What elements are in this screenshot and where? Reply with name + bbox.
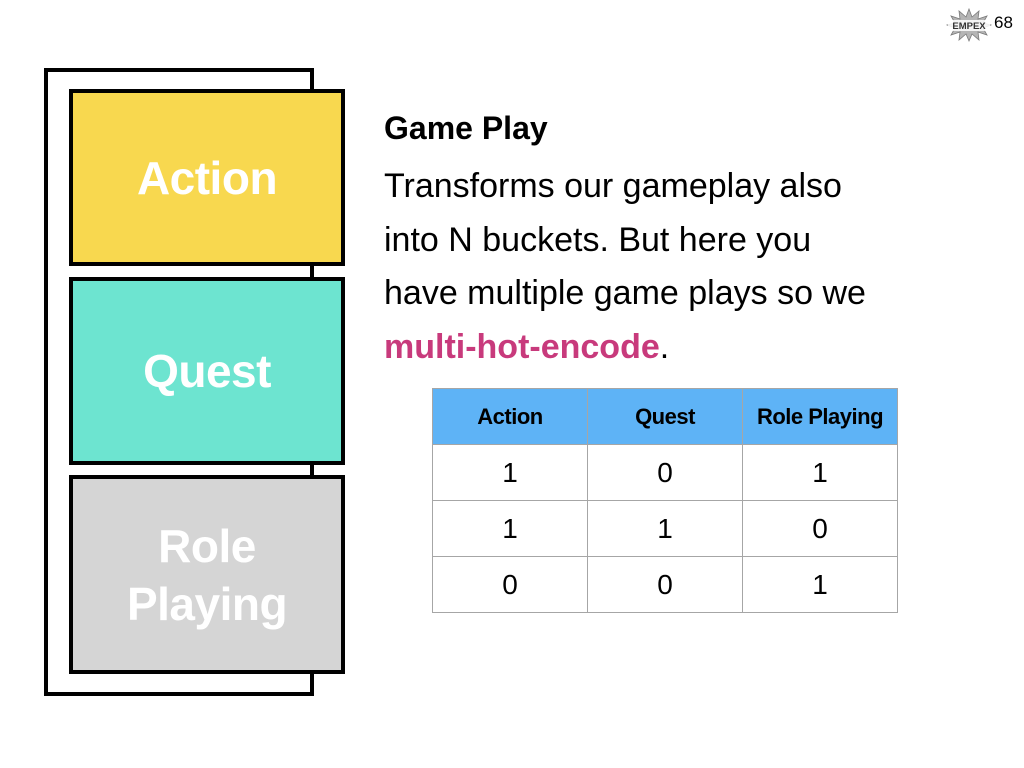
table-cell: 0 [587, 444, 743, 501]
body-line: Transforms our gameplay also [384, 167, 842, 205]
body-text: Transforms our gameplay also into N buck… [384, 160, 984, 374]
column-header-action: Action [432, 388, 588, 445]
block-role-playing: Role Playing [69, 475, 345, 674]
table-cell: 1 [432, 444, 588, 501]
body-line: into N buckets. But here you [384, 220, 812, 259]
table-cell: 0 [587, 556, 743, 613]
multi-hot-table: Action Quest Role Playing 1 0 1 1 1 0 0 … [432, 388, 898, 613]
table-cell: 0 [432, 556, 588, 613]
block-quest: Quest [69, 277, 345, 465]
column-header-role-playing: Role Playing [742, 388, 898, 445]
empex-logo: EMPEX [946, 8, 992, 42]
table-row: 1 0 1 [432, 444, 898, 501]
table-row: 0 0 1 [432, 556, 898, 613]
column-header-quest: Quest [587, 388, 743, 445]
table-row: 1 1 0 [432, 500, 898, 557]
slide-heading: Game Play [384, 110, 548, 146]
table-cell: 0 [742, 500, 898, 557]
table-header-row: Action Quest Role Playing [432, 388, 898, 445]
trailing-period: . [659, 327, 670, 366]
logo-text: EMPEX [952, 21, 986, 32]
page-number: 68 [994, 13, 1013, 32]
starburst-icon: EMPEX [946, 8, 992, 42]
table-cell: 1 [742, 444, 898, 501]
table-cell: 1 [742, 556, 898, 613]
body-line-last: multi-hot-encode. [384, 321, 984, 375]
body-line: have multiple game plays so we [384, 274, 866, 312]
table-cell: 1 [587, 500, 743, 557]
highlight-term: multi-hot-encode [384, 327, 660, 366]
block-action: Action [69, 89, 345, 266]
table-cell: 1 [432, 500, 588, 557]
